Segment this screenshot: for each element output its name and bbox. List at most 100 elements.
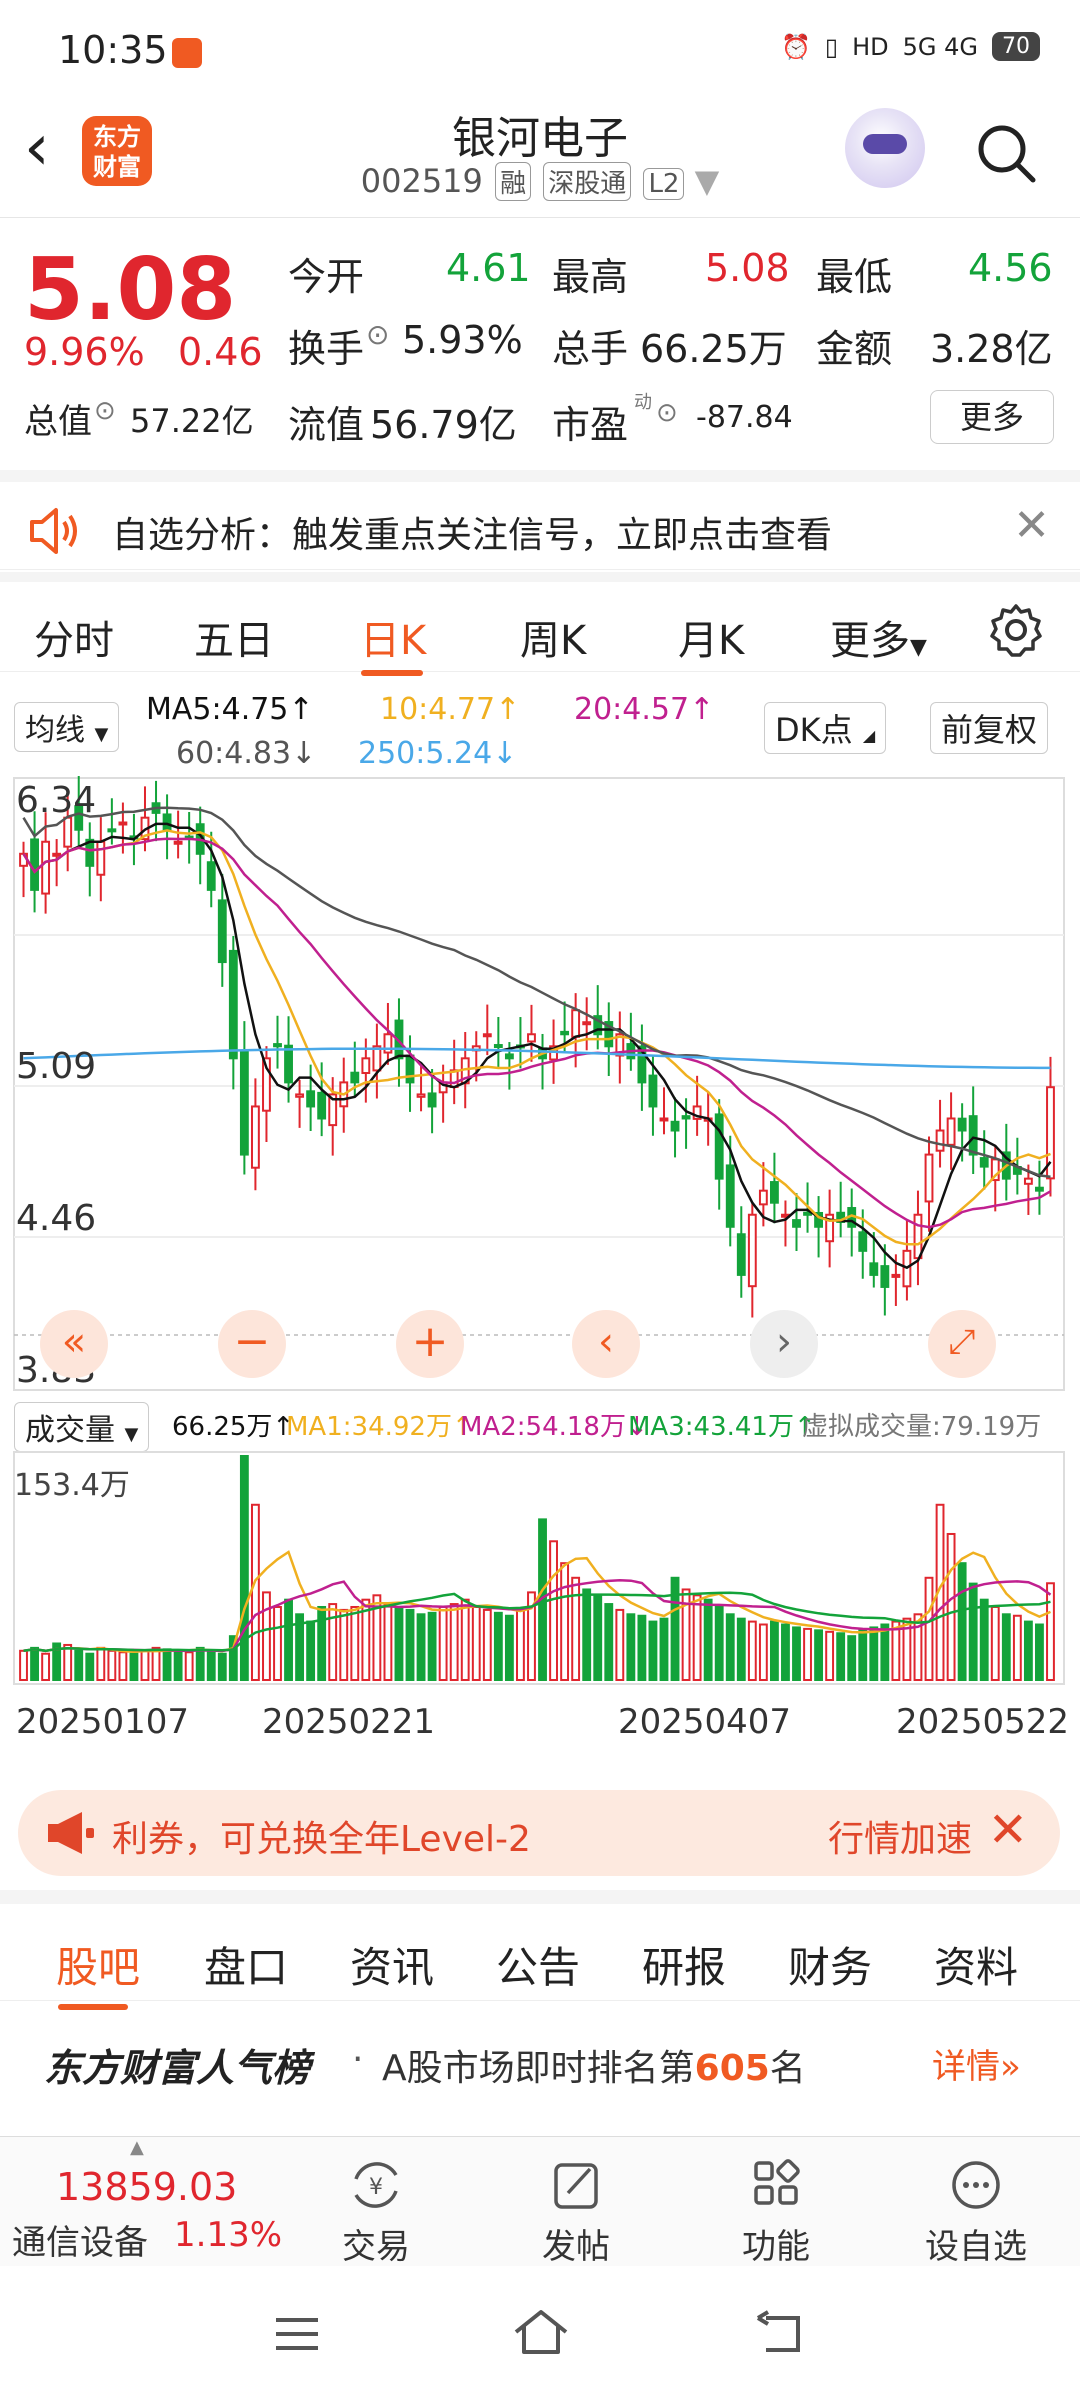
volume-bar-down [847, 1635, 857, 1682]
tab-news[interactable]: 资讯 [350, 1934, 434, 1995]
popularity-rank-row[interactable]: 东方财富人气榜 · A股市场即时排名第605名 详情» [0, 2000, 1080, 2120]
period-tabs: 分时 五日 日K 周K 月K 更多▼ [0, 572, 1080, 676]
volume-bar-down [736, 1617, 746, 1682]
function-button[interactable]: 功能 [716, 2157, 836, 2268]
tab-more-label: 更多 [830, 618, 910, 664]
volume-bar-up [140, 1649, 150, 1681]
candle-down [239, 1049, 249, 1156]
candle-up [659, 1117, 669, 1122]
more-quote-button[interactable]: 更多 [930, 390, 1054, 444]
virtual-volume-legend: 虚拟成交量:79.19万 [802, 1412, 1042, 1442]
post-button[interactable]: 发帖 [516, 2157, 636, 2268]
volume-bar-up [449, 1603, 459, 1681]
stock-code: 002519 [360, 162, 483, 200]
grid-icon [754, 2159, 800, 2205]
top-navigation: ‹ 东方财富 银河电子 002519 融 深股通 L2 ▼ [0, 100, 1080, 218]
volume-bar-down [703, 1598, 713, 1681]
candle-up [571, 1009, 581, 1038]
close-icon[interactable]: ✕ [988, 1802, 1028, 1858]
analysis-notice[interactable]: 自选分析：触发重点关注信号，立即点击查看 ✕ [0, 470, 1080, 570]
turnover-info-icon[interactable]: ⊙ [366, 318, 389, 351]
volume-bar-down [173, 1649, 183, 1681]
candle-up [747, 1213, 757, 1288]
candle-up [758, 1189, 768, 1206]
tab-more[interactable]: 更多▼ [830, 608, 927, 666]
rank-detail-link[interactable]: 详情» [932, 2039, 1021, 2088]
volume-bar-up [250, 1503, 260, 1682]
tab-profile[interactable]: 资料 [934, 1934, 1018, 1995]
tab-intraday[interactable]: 分时 [34, 608, 114, 666]
jump-start-button[interactable]: « [40, 1310, 108, 1378]
candle-up [52, 852, 62, 857]
tab-weekly-k[interactable]: 周K [520, 608, 586, 666]
candle-down [670, 1120, 680, 1132]
volume-bar-up [151, 1646, 161, 1681]
mktcap-info-icon[interactable]: ⊙ [94, 396, 116, 426]
scroll-right-button[interactable]: › [750, 1310, 818, 1378]
volume-bar-down [239, 1455, 249, 1681]
volume-bar-up [516, 1608, 525, 1681]
search-icon[interactable] [975, 122, 1037, 184]
level2-promo-banner[interactable]: 利券，可兑换全年Level-2 行情加速 ✕ [18, 1790, 1060, 1876]
kline-chart[interactable] [0, 776, 1080, 1396]
tab-guba[interactable]: 股吧 [56, 1934, 140, 1995]
zoom-out-button[interactable]: − [218, 1310, 286, 1378]
pe-value: -87.84 [696, 400, 793, 435]
volume-bar-down [979, 1598, 989, 1681]
candle-down [162, 813, 172, 831]
trade-icon: ¥ [354, 2162, 398, 2208]
tab-pankou[interactable]: 盘口 [204, 1934, 288, 1995]
add-watchlist-button[interactable]: 设自选 [916, 2157, 1036, 2268]
ma-selector[interactable]: 均线 ▼ [14, 702, 120, 752]
pe-info-icon[interactable]: ⊙ [656, 398, 678, 428]
candle-down [30, 838, 39, 891]
candle-down [979, 1157, 989, 1168]
battery-icon: 70 [992, 32, 1040, 61]
back-nav-icon[interactable] [754, 2310, 806, 2356]
change-pct: 9.96% [24, 330, 145, 374]
kline-chart-area: 均线 ▼ MA5:4.75↑ 10:4.77↑ 20:4.57↑ 60:4.83… [0, 680, 1080, 1770]
scroll-left-button[interactable]: ‹ [572, 1310, 640, 1378]
adjust-button[interactable]: 前复权 [930, 702, 1049, 754]
zoom-in-button[interactable]: + [396, 1310, 464, 1378]
system-navigation-bar [0, 2266, 1080, 2400]
trade-button[interactable]: ¥ 交易 [316, 2157, 436, 2268]
tab-announcements[interactable]: 公告 [496, 1934, 580, 1995]
volume-bar-down [626, 1613, 636, 1682]
signal-icon: 5G 4G [902, 32, 978, 61]
price-axis-mid: 5.09 [16, 1046, 97, 1087]
gear-icon[interactable] [988, 602, 1044, 658]
vibrate-icon: ▯ [824, 32, 839, 61]
candle-up [250, 1105, 260, 1169]
tab-monthly-k[interactable]: 月K [678, 608, 744, 666]
rank-number: 605 [694, 2048, 770, 2089]
tab-research[interactable]: 研报 [642, 1934, 726, 1995]
current-price: 5.08 [24, 240, 237, 340]
vol-ma3-legend: MA3:43.41万↑ [628, 1412, 816, 1442]
home-icon[interactable] [510, 2306, 572, 2358]
volume-bar-down [493, 1611, 503, 1681]
pe-label: 市盈 [552, 403, 629, 447]
tab-finance[interactable]: 财务 [788, 1934, 872, 1995]
float-label: 流值 [288, 403, 365, 447]
menu-icon[interactable] [272, 2314, 322, 2354]
tab-daily-k[interactable]: 日K [360, 608, 426, 666]
volume-value: 66.25万 [640, 327, 787, 371]
trade-label: 交易 [342, 2227, 410, 2267]
assistant-avatar[interactable] [845, 108, 925, 188]
fullscreen-icon[interactable]: ⤢ [928, 1310, 996, 1378]
tab-five-day[interactable]: 五日 [194, 608, 274, 666]
close-icon[interactable]: ✕ [1013, 500, 1050, 551]
volume-bar-down [504, 1614, 514, 1682]
candle-up [416, 1093, 426, 1098]
volume-chart[interactable] [0, 1450, 1080, 1690]
volume-bar-down [957, 1562, 967, 1681]
chevron-down-icon: ▼ [910, 635, 927, 660]
index-value[interactable]: 13859.03 [56, 2165, 237, 2209]
dk-point-button[interactable]: DK点 ◢ [764, 702, 887, 754]
quote-panel: 5.08 9.96% 0.46 今开 4.61 最高 5.08 最低 4.56 … [0, 218, 1080, 468]
dropdown-icon[interactable]: ▼ [695, 162, 720, 200]
volume-bar-up [328, 1603, 338, 1681]
indicator-selector[interactable]: 成交量 ▼ [14, 1402, 150, 1452]
date-label-1: 20250107 [16, 1702, 190, 1742]
